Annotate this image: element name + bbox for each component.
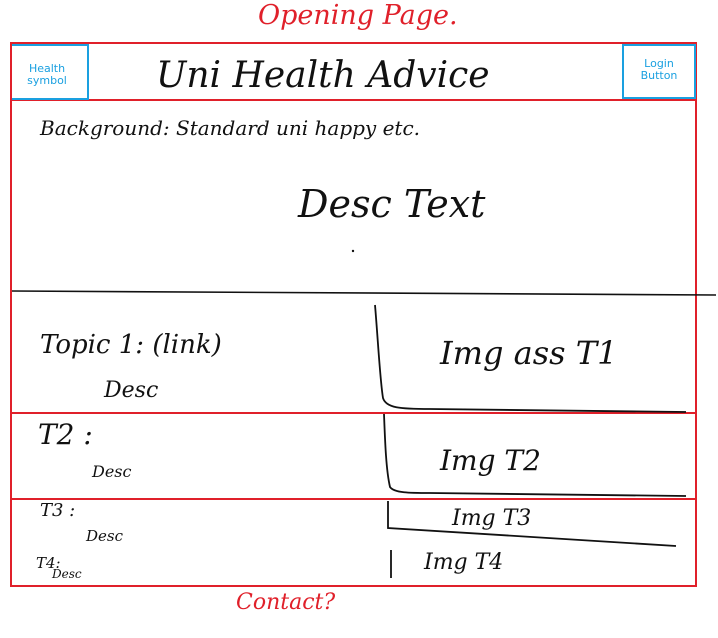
topic-1-image: Img ass T1 [440,334,618,372]
hero-divider [11,290,717,296]
desc-text: Desc Text [298,182,486,226]
topic-2-image: Img T2 [440,444,541,477]
topic-1-link[interactable]: Topic 1: (link) [40,330,222,360]
page-title: Opening Page. [258,0,458,31]
topic-3-desc: Desc [86,527,124,545]
login-button[interactable]: Login Button [627,58,691,82]
topic-2-link[interactable]: T2 : [38,418,93,451]
site-title: Uni Health Advice [156,55,490,96]
background-note: Background: Standard uni happy etc. [40,116,421,140]
contact-link[interactable]: Contact? [236,590,335,615]
topic-3-image: Img T3 [452,506,532,531]
topic-1-desc: Desc [104,378,159,403]
topic-3-link[interactable]: T3 : [40,500,75,521]
topic-2-desc: Desc [92,462,132,481]
topic-4-image: Img T4 [424,550,504,575]
health-symbol-label-2: symbol [27,74,67,87]
login-button-label-2: Button [640,69,678,82]
topic-4-desc: Desc [52,567,82,581]
img-t3-border [387,501,677,547]
health-symbol[interactable]: Health symbol [16,63,78,87]
